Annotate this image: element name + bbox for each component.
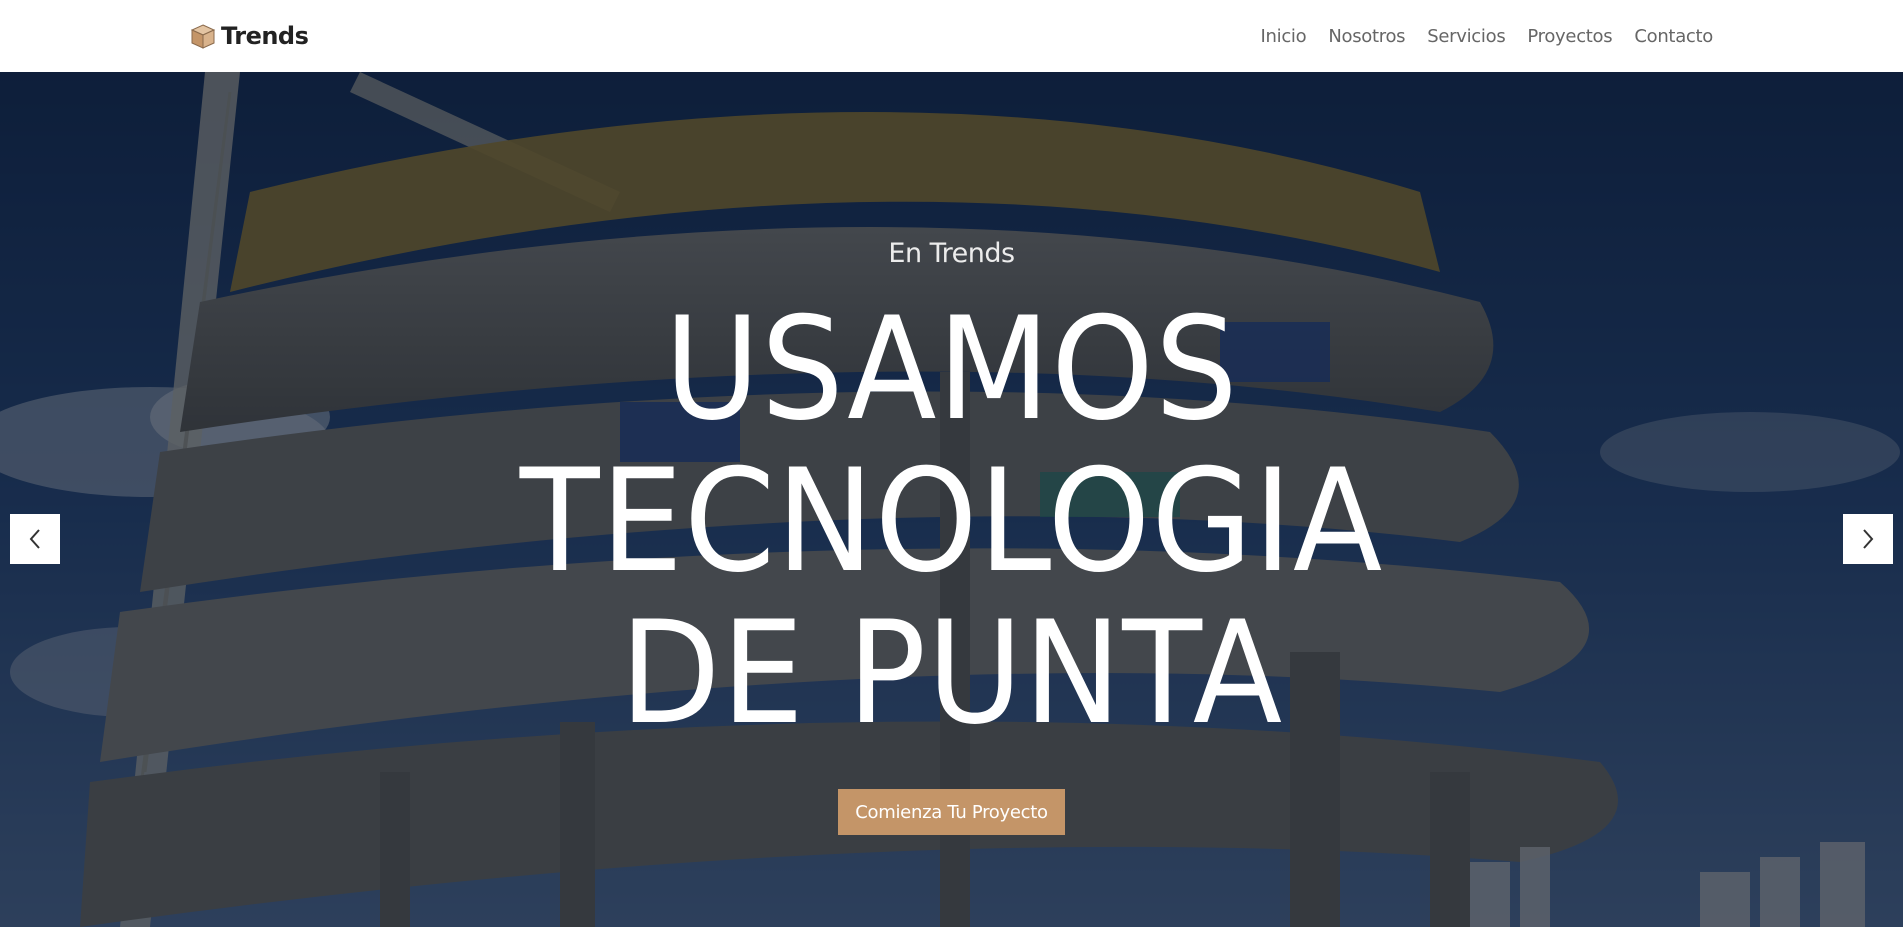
box-icon xyxy=(190,24,216,49)
site-header: Trends Inicio Nosotros Servicios Proyect… xyxy=(0,0,1903,72)
nav-item-servicios[interactable]: Servicios xyxy=(1427,26,1505,47)
brand-logo-link[interactable]: Trends xyxy=(189,18,309,54)
main-nav: Inicio Nosotros Servicios Proyectos Cont… xyxy=(1261,0,1714,72)
brand-name: Trends xyxy=(221,22,309,50)
slider-prev-button[interactable] xyxy=(10,514,60,564)
hero-eyebrow: En Trends xyxy=(888,238,1015,269)
nav-item-contacto[interactable]: Contacto xyxy=(1634,26,1713,47)
hero-headline: USAMOS TECNOLOGIA DE PUNTA xyxy=(76,294,1827,750)
hero-content: En Trends USAMOS TECNOLOGIA DE PUNTA Com… xyxy=(0,72,1903,927)
chevron-right-icon xyxy=(1863,529,1874,549)
slider-next-button[interactable] xyxy=(1843,514,1893,564)
chevron-left-icon xyxy=(29,529,40,549)
hero-headline-line-2: TECNOLOGIA xyxy=(519,439,1384,604)
hero-headline-line-1: USAMOS xyxy=(664,287,1239,452)
hero-headline-line-3: DE PUNTA xyxy=(619,591,1284,756)
page: Trends Inicio Nosotros Servicios Proyect… xyxy=(0,0,1903,927)
start-project-button[interactable]: Comienza Tu Proyecto xyxy=(838,789,1065,835)
nav-item-inicio[interactable]: Inicio xyxy=(1261,26,1307,47)
hero-slider: En Trends USAMOS TECNOLOGIA DE PUNTA Com… xyxy=(0,72,1903,927)
nav-item-proyectos[interactable]: Proyectos xyxy=(1527,26,1612,47)
nav-item-nosotros[interactable]: Nosotros xyxy=(1328,26,1405,47)
